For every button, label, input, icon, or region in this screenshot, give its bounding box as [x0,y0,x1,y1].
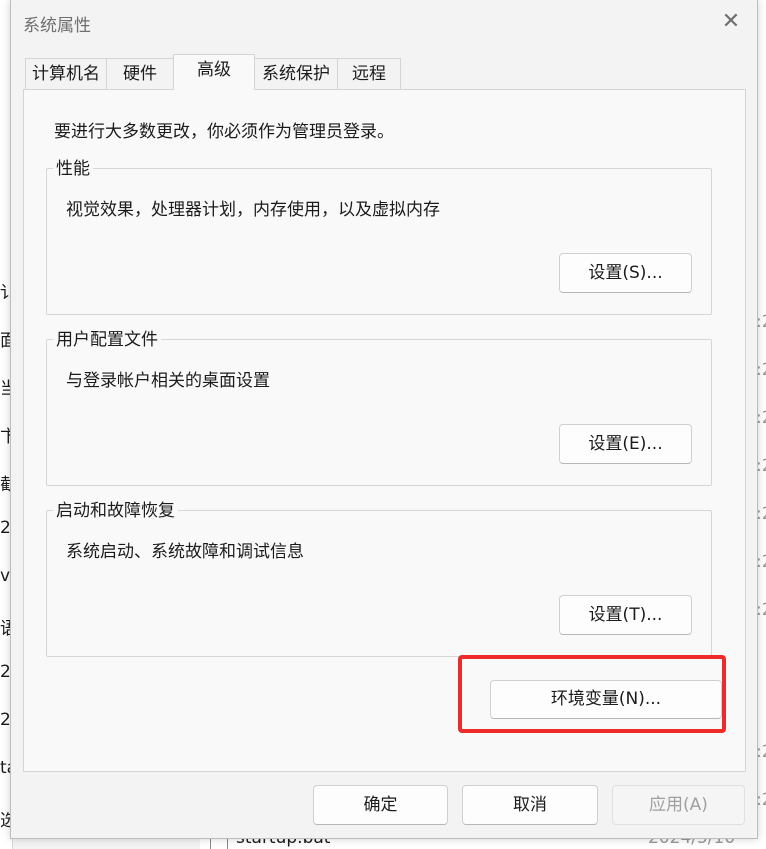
ok-button[interactable]: 确定 [313,785,448,825]
group-description: 系统启动、系统故障和调试信息 [66,542,304,562]
dialog-title: 系统属性 [23,16,91,36]
admin-note: 要进行大多数更改，你必须作为管理员登录。 [54,122,394,142]
user-profiles-settings-button[interactable]: 设置(E)... [559,424,692,464]
user-profiles-group: 用户配置文件 与登录帐户相关的桌面设置 设置(E)... [46,330,712,486]
startup-recovery-settings-button[interactable]: 设置(T)... [559,595,692,635]
tab-advanced[interactable]: 高级 [173,54,255,90]
group-title: 用户配置文件 [53,330,161,350]
group-title: 启动和故障恢复 [53,501,178,521]
startup-recovery-group: 启动和故障恢复 系统启动、系统故障和调试信息 设置(T)... [46,501,712,657]
tab-remote[interactable]: 远程 [337,58,401,89]
highlight-annotation [458,655,726,733]
group-title: 性能 [53,159,93,179]
apply-button[interactable]: 应用(A) [612,785,745,825]
performance-settings-button[interactable]: 设置(S)... [559,253,692,293]
tab-hardware[interactable]: 硬件 [106,58,174,89]
title-bar[interactable]: 系统属性 ✕ [11,0,757,44]
close-icon[interactable]: ✕ [715,6,747,38]
group-description: 视觉效果，处理器计划，内存使用，以及虚拟内存 [66,200,440,220]
tab-system-protection[interactable]: 系统保护 [254,58,338,89]
performance-group: 性能 视觉效果，处理器计划，内存使用，以及虚拟内存 设置(S)... [46,159,712,315]
system-properties-dialog: 系统属性 ✕ 计算机名 硬件 高级 系统保护 远程 要进行大多数更改，你必须作为… [10,0,758,839]
tab-computer-name[interactable]: 计算机名 [25,58,107,89]
group-description: 与登录帐户相关的桌面设置 [66,371,270,391]
cancel-button[interactable]: 取消 [462,785,598,825]
